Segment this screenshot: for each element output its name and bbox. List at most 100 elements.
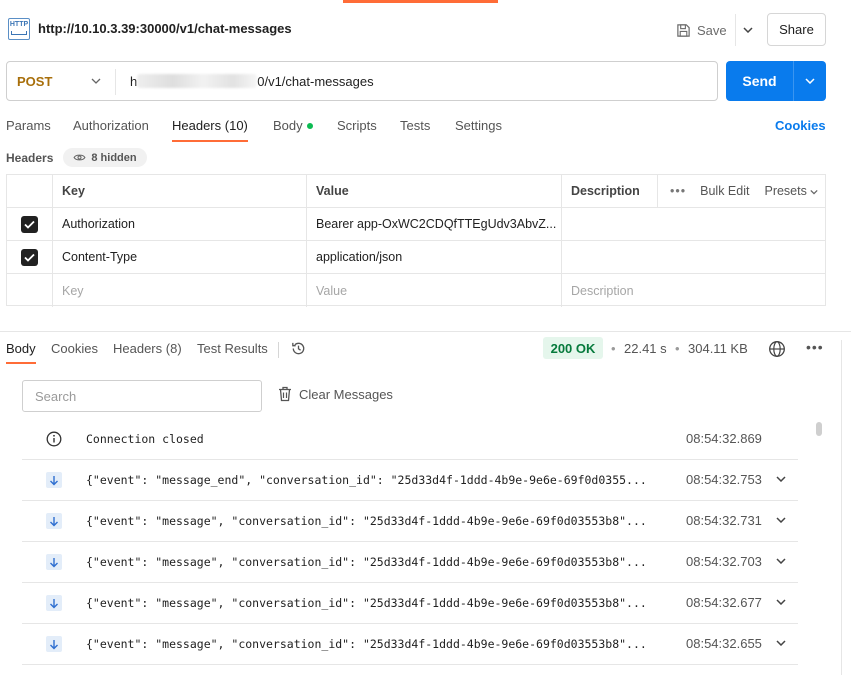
tab-scripts[interactable]: Scripts — [337, 118, 377, 133]
message-time: 08:54:32.731 — [686, 513, 762, 528]
new-key-input[interactable]: Key — [52, 274, 306, 307]
message-text: Connection closed — [86, 432, 204, 446]
message-time: 08:54:32.703 — [686, 554, 762, 569]
tab-settings[interactable]: Settings — [455, 118, 502, 133]
eye-icon — [73, 154, 86, 161]
chevron-down-icon — [810, 189, 818, 195]
tab-response-body[interactable]: Body — [6, 341, 36, 364]
checkbox-icon[interactable] — [21, 248, 38, 266]
hidden-headers-toggle[interactable]: 8 hidden — [63, 148, 147, 167]
info-icon — [46, 431, 62, 447]
tab-response-headers[interactable]: Headers (8) — [113, 341, 182, 356]
new-value-input[interactable]: Value — [306, 274, 561, 307]
tab-tests[interactable]: Tests — [400, 118, 430, 133]
cookies-link[interactable]: Cookies — [775, 118, 826, 133]
message-row[interactable]: {"event": "message", "conversation_id": … — [22, 624, 798, 665]
tab-response-headers-label: Headers — [113, 341, 163, 356]
message-row[interactable]: {"event": "message", "conversation_id": … — [22, 542, 798, 583]
message-row[interactable]: {"event": "message", "conversation_id": … — [22, 583, 798, 624]
message-search[interactable] — [22, 380, 262, 412]
tab-params[interactable]: Params — [6, 118, 51, 133]
bulk-edit-button[interactable]: Bulk Edit — [700, 184, 749, 198]
chevron-down-icon[interactable] — [776, 640, 786, 646]
tab-test-results[interactable]: Test Results — [197, 341, 268, 356]
chevron-down-icon — [805, 78, 815, 84]
separator-dot: • — [611, 341, 616, 356]
scrollbar-thumb[interactable] — [816, 422, 822, 436]
message-time: 08:54:32.753 — [686, 472, 762, 487]
message-row[interactable]: {"event": "message", "conversation_id": … — [22, 501, 798, 542]
http-icon: HTTP — [8, 18, 30, 40]
arrow-down-icon — [46, 472, 62, 488]
table-actions: ••• Bulk Edit Presets — [657, 175, 825, 207]
send-options-button[interactable] — [793, 61, 826, 101]
send-button[interactable]: Send — [726, 61, 793, 101]
message-text: {"event": "message", "conversation_id": … — [86, 596, 647, 610]
tab-response-headers-count: (8) — [165, 341, 182, 356]
table-row: Authorization Bearer app-OxWC2CDQfTTEgUd… — [7, 208, 825, 241]
arrow-down-icon — [46, 554, 62, 570]
chevron-down-icon[interactable] — [776, 476, 786, 482]
message-text: {"event": "message", "conversation_id": … — [86, 637, 647, 651]
save-button[interactable]: Save — [676, 14, 727, 46]
header-value-cell[interactable]: application/json — [306, 241, 561, 273]
search-input[interactable] — [23, 381, 261, 411]
row-checkbox-cell — [7, 274, 52, 307]
arrow-down-icon — [46, 595, 62, 611]
header-description-cell[interactable] — [561, 208, 825, 240]
hidden-pill-label: 8 hidden — [91, 151, 137, 164]
message-time: 08:54:32.655 — [686, 636, 762, 651]
tab-body[interactable]: Body — [273, 118, 313, 133]
status-badge[interactable]: 200 OK — [543, 337, 603, 359]
tab-headers-count: (10) — [224, 118, 248, 133]
headers-label: Headers — [6, 151, 54, 165]
response-size[interactable]: 304.11 KB — [688, 341, 748, 356]
pane-border — [841, 340, 842, 675]
clear-messages-label: Clear Messages — [299, 386, 393, 402]
message-row[interactable]: {"event": "message_end", "conversation_i… — [22, 460, 798, 501]
chevron-down-icon[interactable] — [776, 599, 786, 605]
header-value-cell[interactable]: Bearer app-OxWC2CDQfTTEgUdv3AbvZ... — [306, 208, 561, 240]
column-value: Value — [306, 175, 561, 207]
tab-authorization[interactable]: Authorization — [73, 118, 149, 133]
url-suffix: 0/v1/chat-messages — [257, 74, 374, 89]
more-options-icon[interactable]: ••• — [806, 339, 824, 355]
save-options-button[interactable] — [735, 14, 759, 46]
save-icon — [677, 23, 690, 37]
new-description-input[interactable]: Description — [561, 274, 825, 307]
globe-icon[interactable] — [768, 340, 786, 358]
column-description: Description — [561, 175, 657, 207]
tab-divider — [278, 342, 279, 358]
message-time: 08:54:32.869 — [686, 431, 762, 446]
message-row[interactable]: Connection closed 08:54:32.869 — [22, 419, 798, 460]
chevron-down-icon[interactable] — [776, 558, 786, 564]
tab-headers[interactable]: Headers (10) — [172, 118, 248, 142]
chevron-down-icon[interactable] — [776, 517, 786, 523]
header-key-cell[interactable]: Authorization — [52, 208, 306, 240]
request-title[interactable]: http://10.10.3.39:30000/v1/chat-messages — [38, 21, 292, 36]
url-redacted — [137, 74, 258, 88]
share-button[interactable]: Share — [767, 13, 826, 46]
checkbox-column-header — [7, 175, 52, 207]
url-input[interactable]: h 0/v1/chat-messages — [130, 74, 374, 89]
more-icon[interactable]: ••• — [670, 184, 686, 198]
response-time[interactable]: 22.41 s — [624, 341, 667, 356]
chevron-down-icon — [742, 27, 753, 33]
url-bar: POST h 0/v1/chat-messages — [6, 61, 718, 101]
history-icon[interactable] — [290, 340, 307, 357]
row-checkbox-cell — [7, 241, 52, 273]
http-icon-text: HTTP — [9, 21, 29, 28]
arrow-down-icon — [46, 636, 62, 652]
header-key-cell[interactable]: Content-Type — [52, 241, 306, 273]
table-row: Content-Type application/json — [7, 241, 825, 274]
message-text: {"event": "message_end", "conversation_i… — [86, 473, 647, 487]
presets-button[interactable]: Presets — [764, 184, 818, 198]
checkbox-icon[interactable] — [21, 215, 38, 233]
method-select[interactable]: POST — [17, 74, 52, 89]
header-description-cell[interactable] — [561, 241, 825, 273]
tab-response-cookies[interactable]: Cookies — [51, 341, 98, 356]
message-text: {"event": "message", "conversation_id": … — [86, 514, 647, 528]
request-header: HTTP http://10.10.3.39:30000/v1/chat-mes… — [0, 12, 851, 48]
chevron-down-icon[interactable] — [91, 75, 101, 87]
clear-messages-button[interactable]: Clear Messages — [278, 386, 393, 402]
